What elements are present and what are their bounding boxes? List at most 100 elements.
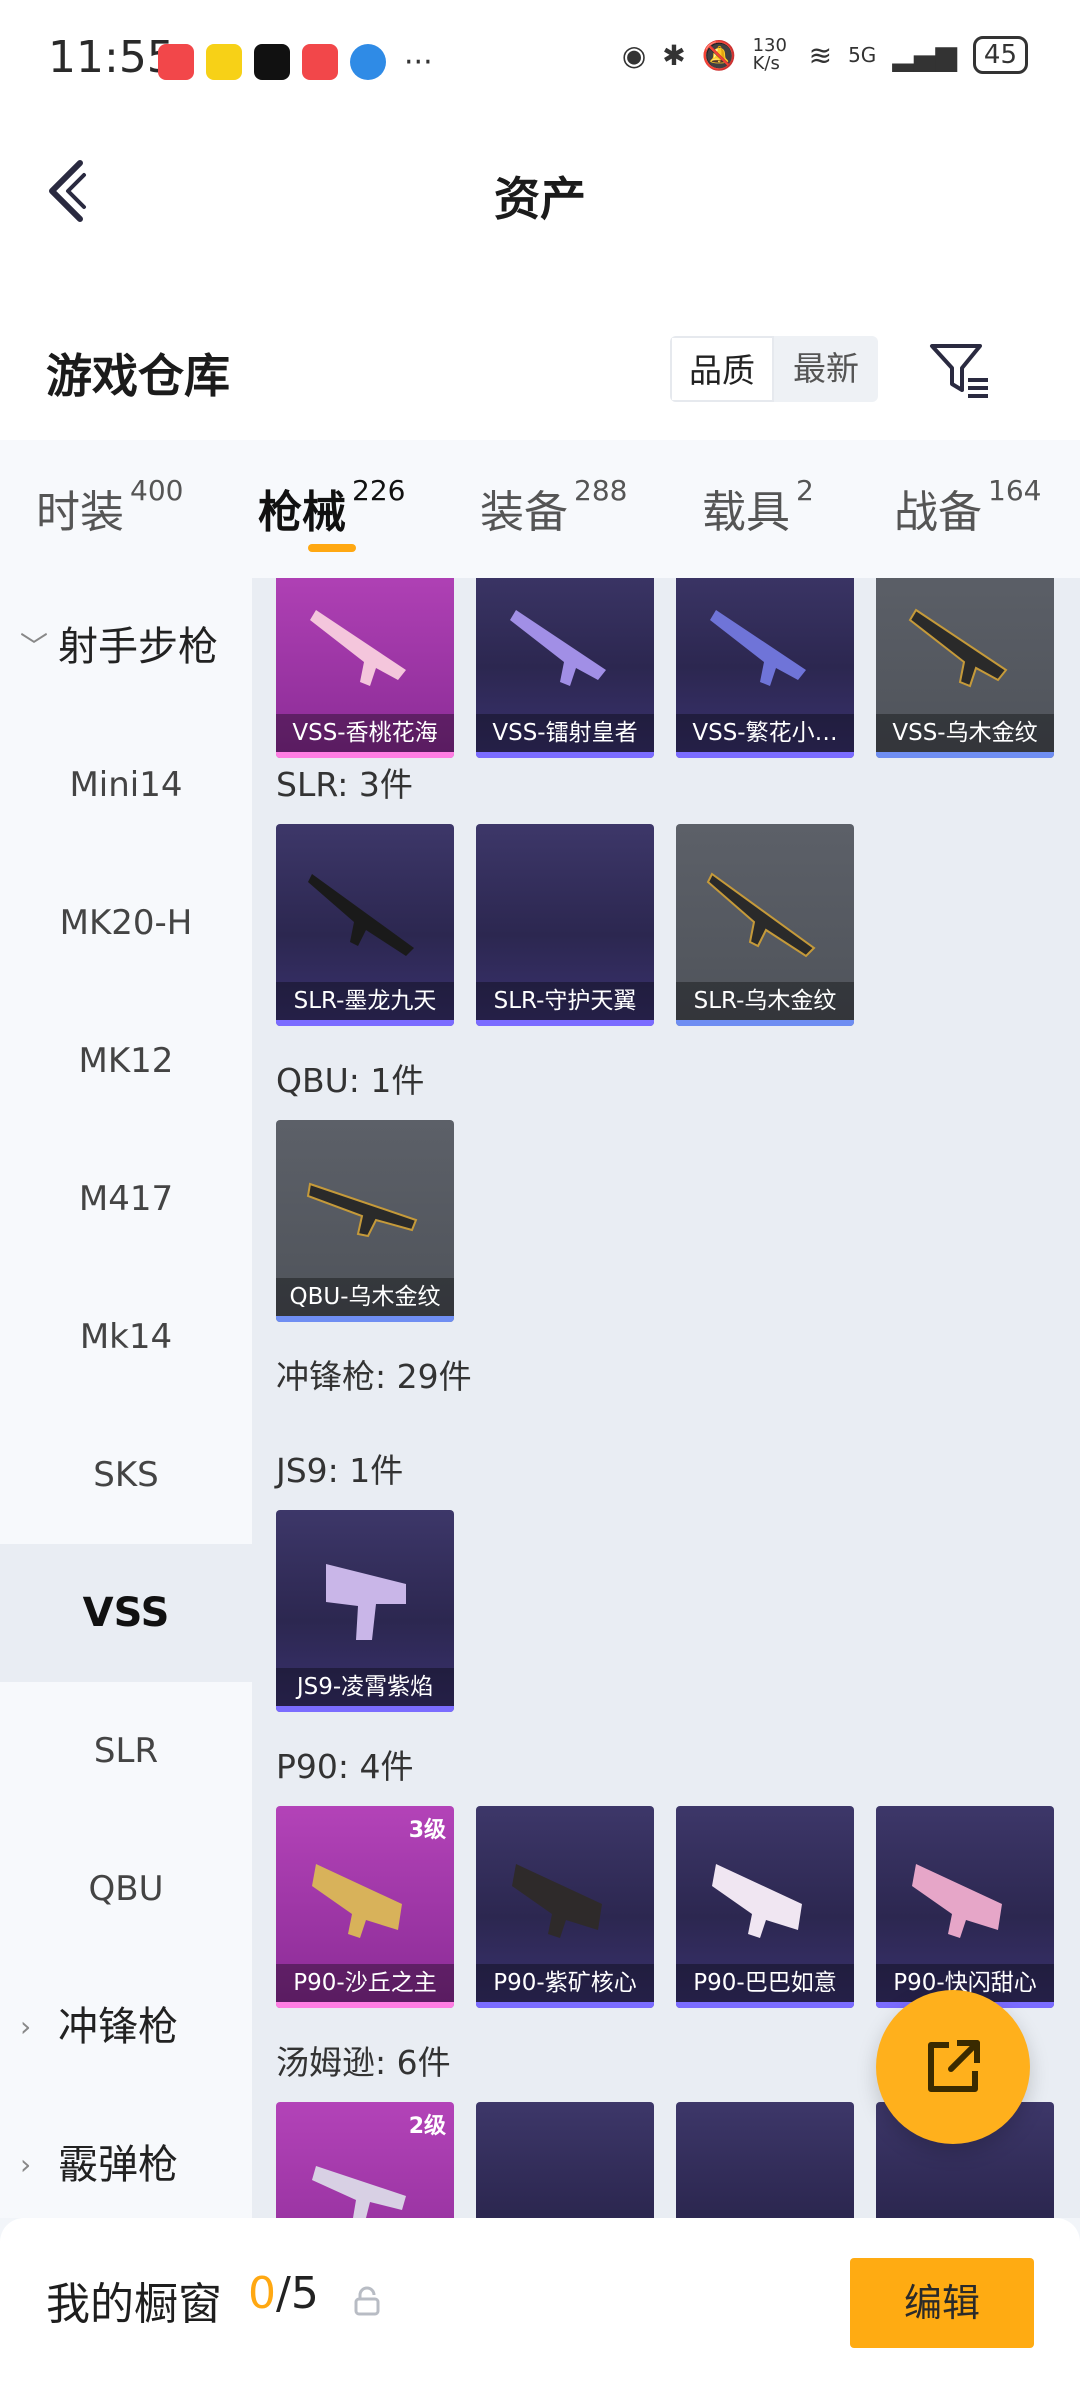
skin-name: VSS-乌木金纹 xyxy=(876,714,1054,752)
sidebar-item-mini14[interactable]: Mini14 xyxy=(0,716,252,854)
skin-grid: VSS-香桃花海 VSS-镭射皇者 VSS-繁花小… VSS-乌木金纹 SLR:… xyxy=(252,578,1080,2218)
tab-label: 时装 xyxy=(36,487,124,538)
more-notifications-icon: ··· xyxy=(404,44,433,80)
sidebar-group-shotguns[interactable]: › 霰弹枪 xyxy=(0,2096,252,2218)
skin-name: SLR-乌木金纹 xyxy=(676,982,854,1020)
notification-icons: ··· xyxy=(158,44,433,80)
skin-card[interactable]: P90-巴巴如意 xyxy=(676,1806,854,2008)
tab-combat-gear[interactable]: 战备 164 xyxy=(894,474,1042,540)
skin-card[interactable]: VSS-乌木金纹 xyxy=(876,578,1054,758)
skin-name: SLR-守护天翼 xyxy=(476,982,654,1020)
sidebar-group-label: 霰弹枪 xyxy=(58,2142,178,2188)
showcase-total: /5 xyxy=(276,2268,319,2319)
sidebar-group-label: 冲锋枪 xyxy=(58,2004,178,2050)
section-label-p90: P90: 4件 xyxy=(276,1747,414,1786)
battery-icon: 45 xyxy=(972,36,1028,74)
sidebar-item-mk20h[interactable]: MK20-H xyxy=(0,854,252,992)
skin-card[interactable]: VSS-镭射皇者 xyxy=(476,578,654,758)
sort-quality-button[interactable]: 品质 xyxy=(670,336,774,402)
skin-card[interactable]: SLR-守护天翼 xyxy=(476,824,654,1026)
status-time: 11:55 xyxy=(48,32,175,83)
showcase-count: 0/5 xyxy=(248,2268,319,2319)
section-label-tommy: 汤姆逊: 6件 xyxy=(276,2043,451,2082)
sort-newest-button[interactable]: 最新 xyxy=(774,336,878,402)
tab-vehicles[interactable]: 载具 2 xyxy=(702,474,814,540)
sort-toggle: 品质 最新 xyxy=(670,336,878,402)
system-indicators: ◉ ✱ 🔕 130 K/s ≋ 5G ▂▄▆ 45 xyxy=(622,36,1028,74)
skin-card[interactable] xyxy=(476,2102,654,2218)
section-label-js9: JS9: 1件 xyxy=(276,1451,404,1490)
gun-skin-icon xyxy=(308,874,414,956)
network-type: 5G xyxy=(848,43,877,67)
skin-card[interactable]: 2级 xyxy=(276,2102,454,2218)
signal-icon: ▂▄▆ xyxy=(892,38,957,72)
chevron-right-icon: › xyxy=(20,2148,32,2181)
sidebar-item-sks[interactable]: SKS xyxy=(0,1406,252,1544)
skin-card[interactable]: JS9-凌霄紫焰 xyxy=(276,1510,454,1712)
skin-name: JS9-凌霄紫焰 xyxy=(276,1668,454,1706)
sidebar-group-smg[interactable]: › 冲锋枪 xyxy=(0,1958,252,2096)
skin-name: VSS-香桃花海 xyxy=(276,714,454,752)
skin-name: SLR-墨龙九天 xyxy=(276,982,454,1020)
gun-skin-icon xyxy=(710,610,806,686)
skin-card[interactable]: P90-快闪甜心 xyxy=(876,1806,1054,2008)
app-notification-icon xyxy=(206,44,242,80)
sidebar-group-marksman-rifles[interactable]: ﹀ 射手步枪 xyxy=(0,578,252,716)
warehouse-bar: 游戏仓库 品质 最新 xyxy=(0,300,1080,440)
tab-firearms[interactable]: 枪械 226 xyxy=(258,474,406,540)
active-tab-indicator xyxy=(308,544,356,552)
skin-card[interactable]: VSS-香桃花海 xyxy=(276,578,454,758)
share-fab-button[interactable] xyxy=(876,1990,1030,2144)
showcase-used: 0 xyxy=(248,2268,276,2319)
skin-card[interactable]: SLR-乌木金纹 xyxy=(676,824,854,1026)
sidebar-item-slr[interactable]: SLR xyxy=(0,1682,252,1820)
skin-card[interactable] xyxy=(676,2102,854,2218)
shopping-app-icon-2 xyxy=(302,44,338,80)
wifi-icon: ≋ xyxy=(808,38,833,72)
gun-skin-icon xyxy=(310,610,406,686)
status-bar: 11:55 ··· ◉ ✱ 🔕 130 K/s ≋ 5G ▂▄▆ 45 xyxy=(0,0,1080,125)
bluetooth-icon: ✱ xyxy=(662,38,686,72)
sidebar-item-vss[interactable]: VSS xyxy=(0,1544,252,1682)
skin-name: VSS-繁花小… xyxy=(676,714,854,752)
sidebar-item-mk12[interactable]: MK12 xyxy=(0,992,252,1130)
shopping-app-icon xyxy=(158,44,194,80)
skin-card[interactable]: 3级 P90-沙丘之主 xyxy=(276,1806,454,2008)
gun-skin-icon xyxy=(312,2166,406,2218)
browser-app-icon xyxy=(350,44,386,80)
edit-button[interactable]: 编辑 xyxy=(850,2258,1034,2348)
tab-fashion[interactable]: 时装 400 xyxy=(36,474,183,540)
tab-label: 载具 xyxy=(702,487,790,538)
sidebar-item-qbu[interactable]: QBU xyxy=(0,1820,252,1958)
sidebar-item-m417[interactable]: M417 xyxy=(0,1130,252,1268)
tab-label: 枪械 xyxy=(258,487,346,538)
section-label-qbu: QBU: 1件 xyxy=(276,1061,425,1100)
skin-name: P90-紫矿核心 xyxy=(476,1964,654,2002)
section-label-slr: SLR: 3件 xyxy=(276,765,413,804)
share-icon xyxy=(928,2040,980,2092)
skin-card[interactable]: VSS-繁花小… xyxy=(676,578,854,758)
soul-app-icon xyxy=(254,44,290,80)
skin-card[interactable]: QBU-乌木金纹 xyxy=(276,1120,454,1322)
skin-name: P90-巴巴如意 xyxy=(676,1964,854,2002)
skin-card[interactable]: SLR-墨龙九天 xyxy=(276,824,454,1026)
section-label-smg: 冲锋枪: 29件 xyxy=(276,1357,472,1396)
gun-skin-icon xyxy=(306,1182,418,1238)
tab-label: 装备 xyxy=(480,487,568,538)
filter-icon[interactable] xyxy=(928,340,992,400)
gun-skin-icon xyxy=(706,872,816,958)
warehouse-title: 游戏仓库 xyxy=(46,349,230,403)
tab-count: 164 xyxy=(988,474,1042,507)
tab-count: 226 xyxy=(352,474,406,507)
skin-name: P90-沙丘之主 xyxy=(276,1964,454,2002)
lock-icon xyxy=(354,2286,380,2316)
skin-name: QBU-乌木金纹 xyxy=(276,1278,454,1316)
gun-skin-icon xyxy=(312,1864,402,1938)
category-tabs: 时装 400 枪械 226 装备 288 载具 2 战备 164 xyxy=(0,440,1080,578)
tab-equipment[interactable]: 装备 288 xyxy=(480,474,627,540)
skin-card[interactable]: P90-紫矿核心 xyxy=(476,1806,654,2008)
eye-icon: ◉ xyxy=(621,38,647,72)
sidebar-item-mk14[interactable]: Mk14 xyxy=(0,1268,252,1406)
net-speed: 130 K/s xyxy=(752,35,787,74)
chevron-right-icon: › xyxy=(20,2010,32,2043)
